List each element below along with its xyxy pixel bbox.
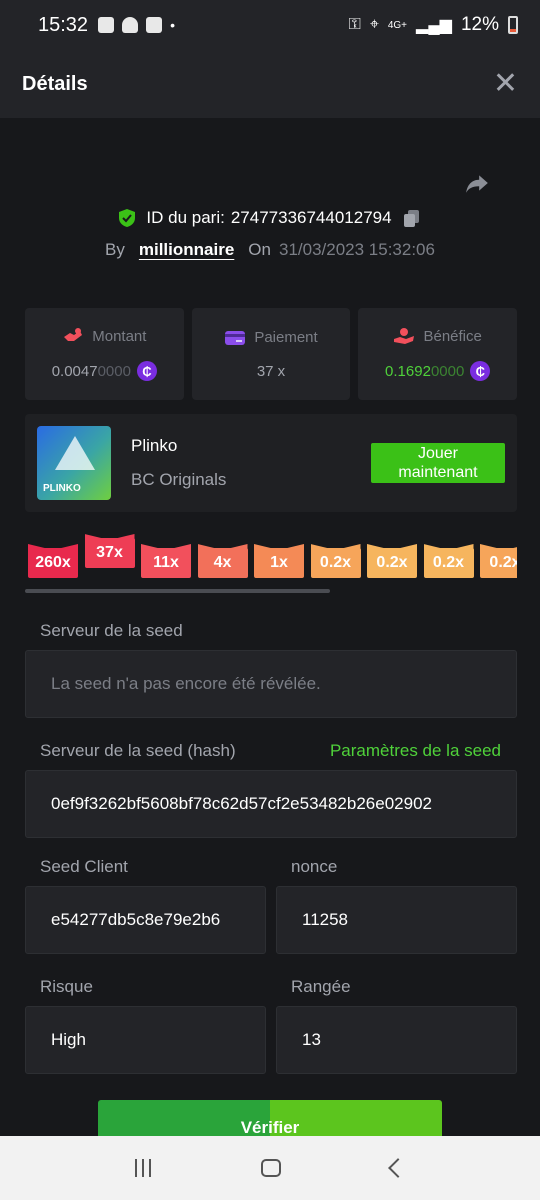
battery-percent: 12% [460,14,499,35]
back-icon[interactable] [388,1158,408,1178]
rows-field[interactable]: 13 [276,1006,517,1074]
payout-card-icon [225,330,246,345]
network-label: 4G+ [387,19,408,31]
details-header: Détails ✕ [0,50,540,118]
username-link[interactable]: millionnaire [139,240,234,260]
stat-paiement: Paiement 37 x [191,308,351,400]
multiplier-chip: 260x [28,548,78,578]
game-name: Plinko [131,436,178,455]
plinko-thumbnail[interactable]: PLINKO [37,426,111,500]
stat-benefice-value: 0.1692 [385,362,431,380]
multiplier-chip: 1x [254,548,304,578]
game-provider: BC Originals [131,470,227,489]
server-seed-label: Serveur de la seed [40,621,183,640]
snapchat-icon [122,17,139,33]
alert-icon [146,17,163,33]
multiplier-scrollbar[interactable] [25,589,330,593]
stat-montant-label: Montant [92,327,147,345]
wager-icon [64,328,83,341]
multiplier-chip: 37x [84,538,135,568]
seed-params-link[interactable]: Paramètres de la seed [330,741,501,761]
page-title: Détails [22,72,88,95]
stat-paiement-value: 37 x [256,362,286,380]
game-card: PLINKO Plinko BC Originals Jouer mainten… [25,414,517,512]
client-seed-label: Seed Client [40,857,128,876]
system-nav-bar [0,1136,540,1200]
bet-id-label: ID du pari: [146,208,225,227]
shield-check-icon [119,209,136,227]
signal-icon: ▂▄▆ [416,17,452,34]
bet-id-value: 27477336744012794 [230,208,392,227]
status-bar: 15:32 • ⚿ ⌖ 4G+ ▂▄▆ 12% [0,0,540,50]
key-icon: ⚿ [348,16,361,33]
share-icon[interactable] [464,170,490,196]
server-hash-field[interactable]: 0ef9f3262bf5608bf78c62d57cf2e53482b26e02… [25,770,517,838]
pyramid-graphic [55,436,95,470]
server-seed-field[interactable]: La seed n'a pas encore été révélée. [25,650,517,718]
rows-label: Rangée [291,977,351,996]
on-label: On [248,240,271,259]
stat-benefice: Bénéfice 0.16920000 ₵ [358,308,518,400]
bet-stats: Montant 0.00470000 ₵ Paiement 37 x Bénéf… [25,308,518,400]
multiplier-chip: 0.2x [367,548,417,578]
multiplier-row[interactable]: 260x 37x 11x 4x 1x 0.2x 0.2x 0.2x 0.2x [25,532,517,582]
nonce-field[interactable]: 11258 [276,886,517,954]
copy-icon[interactable] [402,208,422,228]
bet-id-row: ID du pari: 27477336744012794 [0,208,540,228]
bet-datetime: 31/03/2023 15:32:06 [278,240,435,259]
recent-apps-icon[interactable] [135,1159,151,1177]
coin-icon: ₵ [470,361,491,381]
multiplier-chip: 4x [197,548,248,578]
bet-author-row: By millionnaire On 31/03/2023 15:32:06 [0,240,540,260]
risk-field[interactable]: High [25,1006,266,1074]
server-hash-label: Serveur de la seed (hash) [40,741,236,760]
home-icon[interactable] [261,1159,281,1177]
profit-hand-icon [394,328,415,344]
nonce-label: nonce [291,857,338,876]
multiplier-chip: 0.2x [310,548,361,578]
location-icon: ⌖ [369,16,379,33]
thumbnail-label: PLINKO [43,483,81,494]
multiplier-chip: 0.2x [423,548,474,578]
stat-benefice-trailing: 0000 [430,362,465,380]
multiplier-chip: 0.2x [480,548,517,578]
play-now-button[interactable]: Jouer maintenant [371,443,505,483]
battery-icon [508,16,518,34]
stat-benefice-label: Bénéfice [423,327,482,345]
dot-icon: • [170,17,175,33]
by-label: By [105,240,125,259]
status-time: 15:32 [38,13,89,36]
verify-button[interactable]: Vérifier [98,1100,442,1140]
client-seed-field[interactable]: e54277db5c8e79e2b6 [25,886,266,954]
stat-montant-trailing: 0000 [97,362,131,380]
gallery-icon [98,17,115,33]
stat-montant: Montant 0.00470000 ₵ [25,308,184,400]
stat-paiement-label: Paiement [254,329,318,346]
stat-montant-value: 0.0047 [51,362,98,380]
risk-label: Risque [40,977,93,996]
multiplier-chip: 11x [141,548,191,578]
coin-icon: ₵ [136,361,157,381]
close-icon[interactable]: ✕ [493,69,518,99]
